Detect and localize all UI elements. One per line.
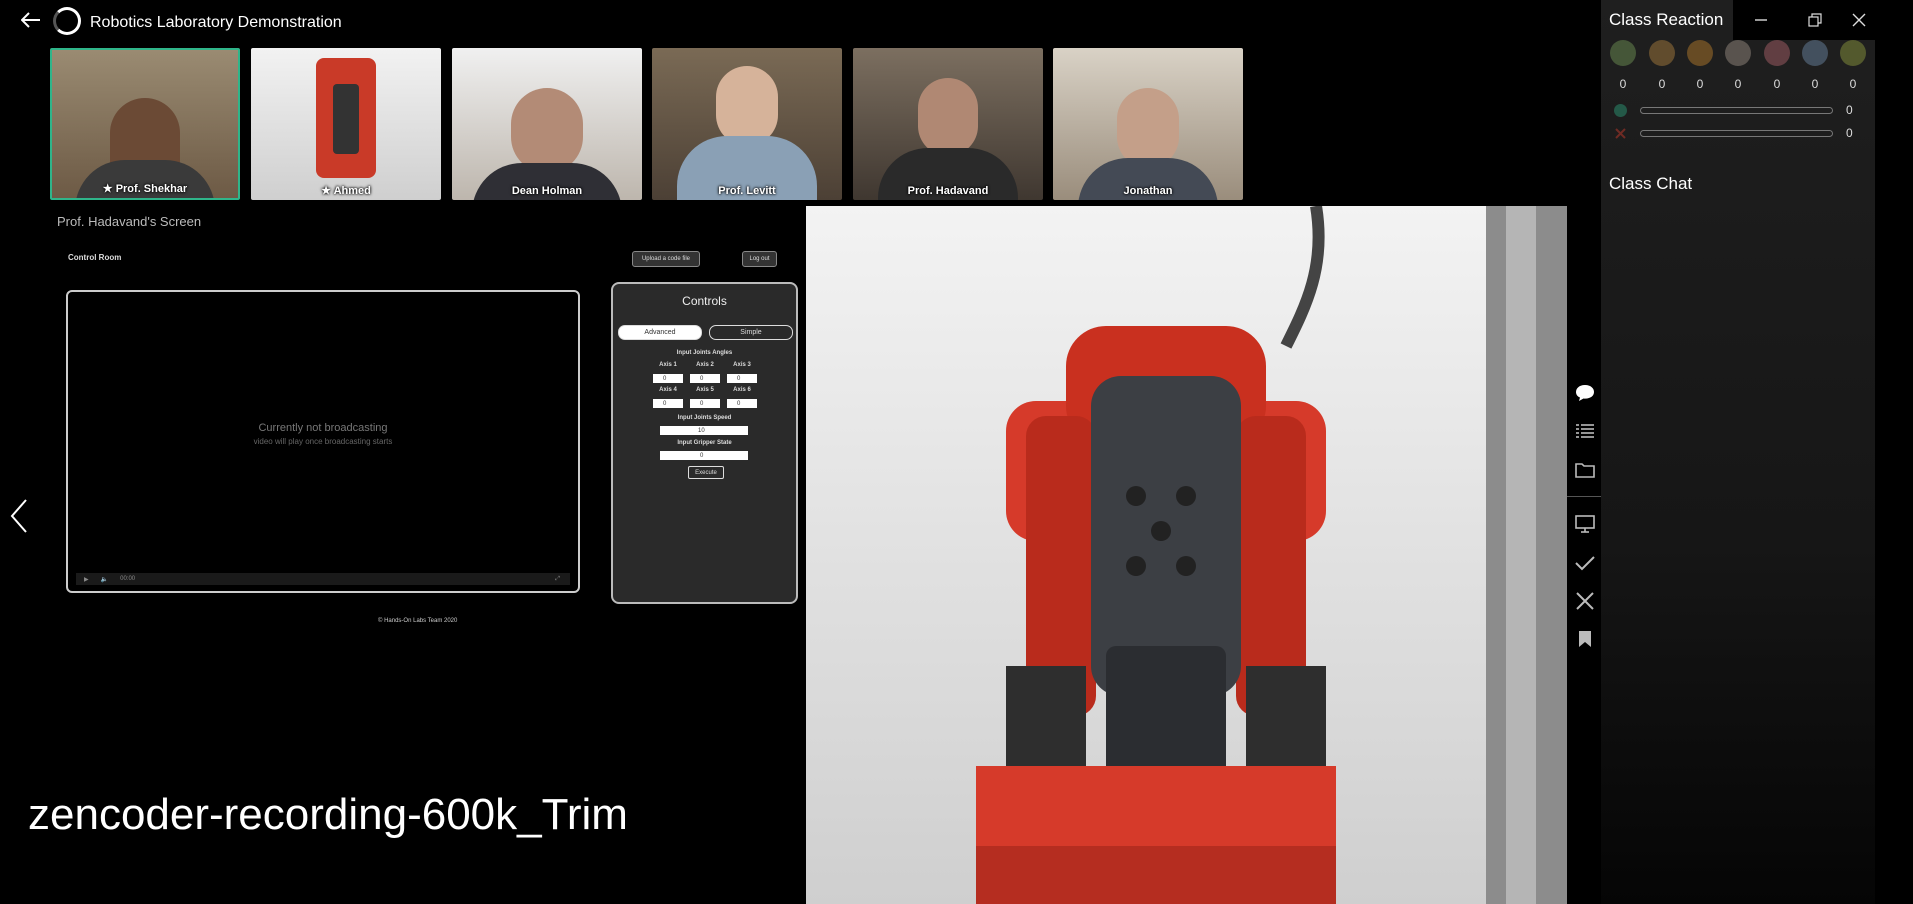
axis-input[interactable]: 0	[727, 399, 757, 408]
tab-simple[interactable]: Simple	[709, 325, 793, 340]
gripper-label: Input Gripper State	[677, 440, 732, 446]
reaction-count: 0	[1773, 77, 1781, 91]
participant-tile[interactable]: Jonathan	[1053, 48, 1243, 200]
participant-name: Jonathan	[1123, 185, 1173, 197]
speed-label: Input Joints Speed	[677, 415, 732, 421]
no-icon	[1614, 127, 1627, 140]
window-controls	[1733, 0, 1875, 40]
controls-title: Controls	[682, 294, 727, 308]
participant-name: Ahmed	[333, 185, 371, 197]
tool-divider	[1567, 496, 1601, 497]
axis-label: Axis 1	[659, 362, 677, 368]
axis-input[interactable]: 0	[727, 374, 757, 383]
restore-icon[interactable]	[1803, 8, 1827, 32]
control-room-title: Control Room	[68, 253, 122, 262]
axis-input[interactable]: 0	[690, 374, 720, 383]
clap-emoji-icon[interactable]	[1840, 40, 1866, 66]
star-icon: ★	[102, 183, 116, 195]
joints-label: Input Joints Angles	[676, 350, 733, 356]
logout-button[interactable]: Log out	[742, 251, 777, 267]
axis-input[interactable]: 0	[653, 399, 683, 408]
yes-icon	[1614, 104, 1627, 117]
surprised-emoji-icon[interactable]	[1802, 40, 1828, 66]
smile-emoji-icon[interactable]	[1610, 40, 1636, 66]
video-time: 00:00	[120, 576, 136, 582]
volume-icon[interactable]: 🔈	[101, 576, 108, 583]
minimize-icon[interactable]	[1749, 8, 1773, 32]
reaction-count: 0	[1619, 77, 1627, 91]
close-window-icon[interactable]	[1847, 8, 1871, 32]
video-substatus: video will play once broadcasting starts	[253, 437, 393, 446]
axis-label: Axis 6	[733, 387, 751, 393]
speed-input[interactable]: 10	[660, 426, 748, 435]
chat-icon[interactable]	[1574, 382, 1596, 404]
axis-input[interactable]: 0	[690, 399, 720, 408]
gripper-input[interactable]: 0	[660, 451, 748, 460]
screen-share-icon[interactable]	[1574, 513, 1596, 535]
participant-name: Prof. Hadavand	[907, 185, 989, 197]
reaction-count: 0	[1696, 77, 1704, 91]
yes-count: 0	[1846, 103, 1853, 117]
app-title: Robotics Laboratory Demonstration	[90, 14, 342, 31]
close-x-icon[interactable]	[1574, 590, 1596, 612]
yes-progress-bar	[1640, 107, 1833, 114]
participant-name: Prof. Shekhar	[115, 183, 188, 195]
main-video-feed	[806, 206, 1567, 904]
back-button[interactable]	[14, 6, 48, 34]
participant-tile[interactable]: Prof. Levitt	[652, 48, 842, 200]
axis-label: Axis 5	[696, 387, 714, 393]
controls-panel: Controls Advanced Simple Input Joints An…	[611, 282, 798, 604]
broadcast-video[interactable]: Currently not broadcasting video will pl…	[66, 290, 580, 593]
tab-advanced[interactable]: Advanced	[618, 325, 702, 340]
axis-label: Axis 2	[696, 362, 714, 368]
recording-name: zencoder-recording-600k_Trim	[28, 790, 628, 839]
fullscreen-icon[interactable]: ⤢	[555, 576, 560, 583]
thumbs-emoji-icon[interactable]	[1687, 40, 1713, 66]
reaction-count: 0	[1849, 77, 1857, 91]
axis-label: Axis 3	[733, 362, 751, 368]
participant-name: Dean Holman	[511, 185, 583, 197]
participant-name: Prof. Levitt	[718, 185, 776, 197]
list-icon[interactable]	[1574, 420, 1596, 442]
class-reaction-title: Class Reaction	[1609, 10, 1724, 29]
axis-label: Axis 4	[659, 387, 677, 393]
screen-share-label: Prof. Hadavand's Screen	[57, 214, 202, 229]
check-icon[interactable]	[1574, 552, 1596, 574]
folder-icon[interactable]	[1574, 459, 1596, 481]
play-icon[interactable]: ▶	[84, 576, 89, 583]
laugh-emoji-icon[interactable]	[1764, 40, 1790, 66]
execute-button[interactable]: Execute	[688, 466, 724, 479]
participant-tile[interactable]: Dean Holman	[452, 48, 642, 200]
participant-tile[interactable]: ★ Ahmed	[251, 48, 441, 200]
no-progress-bar	[1640, 130, 1833, 137]
participant-tile[interactable]: ★ Prof. Shekhar	[50, 48, 240, 200]
video-status: Currently not broadcasting	[258, 422, 388, 434]
neutral-emoji-icon[interactable]	[1649, 40, 1675, 66]
app-logo	[53, 7, 81, 35]
reaction-count: 0	[1811, 77, 1819, 91]
footer-note: © Hands-On Labs Team 2020	[378, 618, 458, 624]
confused-emoji-icon[interactable]	[1725, 40, 1751, 66]
previous-arrow-icon[interactable]	[6, 496, 32, 536]
star-icon: ★	[321, 185, 334, 197]
upload-code-button[interactable]: Upload a code file	[632, 251, 700, 267]
video-controls[interactable]: ▶ 🔈 00:00 ⤢	[76, 573, 570, 585]
reaction-count: 0	[1658, 77, 1666, 91]
no-count: 0	[1846, 126, 1853, 140]
participant-tile[interactable]: Prof. Hadavand	[853, 48, 1043, 200]
class-chat-title: Class Chat	[1609, 174, 1693, 193]
tool-rail	[1567, 0, 1601, 904]
bookmark-icon[interactable]	[1574, 628, 1596, 650]
axis-input[interactable]: 0	[653, 374, 683, 383]
reaction-count: 0	[1734, 77, 1742, 91]
arrow-left-icon	[21, 12, 40, 28]
